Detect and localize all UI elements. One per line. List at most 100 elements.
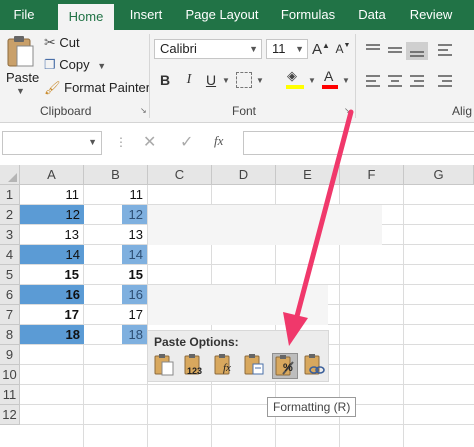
column-header-g[interactable]: G	[404, 165, 474, 185]
paste-formulas-button[interactable]: fx	[212, 353, 238, 379]
insert-function-button[interactable]: fx	[214, 133, 223, 149]
vertical-align-icons[interactable]	[364, 40, 474, 62]
paste-button[interactable]: Paste ▼	[2, 32, 40, 98]
row-header-12[interactable]: 12	[0, 405, 20, 425]
paintbrush-icon: 🖌	[44, 80, 61, 95]
chevron-down-icon[interactable]: ▼	[308, 76, 316, 85]
tab-page-layout[interactable]: Page Layout	[178, 0, 266, 30]
cell-a8[interactable]: 18	[20, 325, 84, 344]
cell-a2[interactable]: 12	[20, 205, 84, 224]
format-painter-button[interactable]: 🖌 Format Painter	[44, 80, 150, 96]
cell-a6[interactable]: 16	[20, 285, 84, 304]
fill-color-swatch	[286, 85, 304, 89]
row-header-3[interactable]: 3	[0, 225, 20, 245]
cell-b5[interactable]: 15	[84, 265, 147, 284]
row-header-6[interactable]: 6	[0, 285, 20, 305]
row-header-8[interactable]: 8	[0, 325, 20, 345]
font-family-select[interactable]: Calibri ▼	[154, 39, 262, 59]
row-header-11[interactable]: 11	[0, 385, 20, 405]
row-header-1[interactable]: 1	[0, 185, 20, 205]
worksheet-grid: A B C D E F G 1 2 3 4 5 6 7 8 9 10 11 12…	[0, 165, 474, 447]
paste-link-button[interactable]	[302, 353, 328, 379]
paste-formatting-button[interactable]: %	[272, 353, 298, 379]
cell-a4[interactable]: 14	[20, 245, 84, 264]
row-header-4[interactable]: 4	[0, 245, 20, 265]
paste-label: Paste	[6, 70, 40, 85]
font-color-button[interactable]: A	[320, 68, 340, 92]
column-header-d[interactable]: D	[212, 165, 276, 185]
paste-link-icon	[304, 354, 325, 375]
horizontal-align-icons[interactable]	[364, 72, 474, 94]
ribbon: Paste ▼ ✂ Cut ❐ Copy ▼ 🖌 Format Painter …	[0, 30, 474, 123]
cell-b3[interactable]: 13	[84, 225, 147, 244]
bold-button[interactable]: B	[156, 70, 174, 90]
font-color-icon: A	[324, 68, 334, 84]
paint-bucket-icon: ◈	[287, 68, 297, 83]
chevron-down-icon[interactable]: ▼	[342, 76, 350, 85]
column-header-b[interactable]: B	[84, 165, 148, 185]
dialog-launcher-icon[interactable]: ↘	[344, 106, 351, 115]
cell-a7[interactable]: 17	[20, 305, 83, 324]
font-group-label: Font	[232, 104, 257, 118]
tab-formulas[interactable]: Formulas	[272, 0, 344, 30]
font-color-swatch	[322, 85, 338, 89]
tab-file[interactable]: File	[0, 0, 48, 30]
cell-a3[interactable]: 13	[20, 225, 83, 244]
font-size-value: 11	[272, 41, 286, 56]
dialog-launcher-icon[interactable]: ↘	[140, 106, 147, 115]
paste-options-title: Paste Options:	[154, 335, 239, 349]
chevron-down-icon[interactable]: ▼	[256, 76, 264, 85]
column-header-f[interactable]: F	[340, 165, 404, 185]
row-header-9[interactable]: 9	[0, 345, 20, 365]
row-header-5[interactable]: 5	[0, 265, 20, 285]
cell-a5[interactable]: 15	[20, 265, 83, 284]
resize-dots-icon[interactable]: ⋮	[115, 135, 128, 149]
fill-color-button[interactable]: ◈	[284, 68, 306, 92]
column-header-a[interactable]: A	[20, 165, 84, 185]
select-all-icon	[8, 173, 17, 182]
cancel-icon[interactable]: ✕	[143, 132, 156, 152]
font-size-select[interactable]: 11 ▼	[266, 39, 308, 59]
underline-button[interactable]: U	[202, 70, 220, 90]
row-header-2[interactable]: 2	[0, 205, 20, 225]
paste-icon	[154, 354, 174, 376]
tab-review[interactable]: Review	[402, 0, 460, 30]
name-box[interactable]: ▼	[2, 131, 102, 155]
formula-input[interactable]	[243, 131, 474, 155]
tab-insert[interactable]: Insert	[120, 0, 172, 30]
cut-button[interactable]: ✂ Cut	[44, 34, 80, 51]
paste-values-button[interactable]: 123	[182, 353, 208, 379]
cell-b2[interactable]: 12	[84, 205, 147, 224]
gridline	[20, 424, 474, 425]
column-header-e[interactable]: E	[276, 165, 340, 185]
grow-font-button[interactable]: A ▲	[312, 39, 330, 59]
copy-icon: ❐	[44, 57, 56, 72]
cell-b6[interactable]: 16	[84, 285, 147, 304]
shrink-font-button[interactable]: A ▼	[334, 39, 352, 59]
row-header-7[interactable]: 7	[0, 305, 20, 325]
paste-button-default[interactable]	[152, 353, 178, 379]
row-header-10[interactable]: 10	[0, 365, 20, 385]
cell-b4[interactable]: 14	[84, 245, 147, 264]
cell-a1[interactable]: 11	[20, 185, 83, 204]
italic-button[interactable]: I	[180, 70, 198, 90]
grow-font-icon: A	[312, 40, 323, 58]
tooltip: Formatting (R)	[267, 397, 357, 417]
cell-b1[interactable]: 11	[84, 185, 147, 204]
paste-transpose-button[interactable]	[242, 353, 268, 379]
tab-data[interactable]: Data	[350, 0, 394, 30]
cell-b8[interactable]: 18	[84, 325, 147, 344]
caret-up-icon: ▲	[322, 40, 330, 50]
tab-home[interactable]: Home	[58, 4, 114, 30]
chevron-down-icon: ▼	[249, 44, 258, 54]
copy-button[interactable]: ❐ Copy ▼	[44, 57, 106, 73]
check-icon[interactable]: ✓	[180, 132, 193, 152]
cell-b7[interactable]: 17	[84, 305, 147, 324]
column-header-c[interactable]: C	[148, 165, 212, 185]
borders-button[interactable]	[236, 72, 252, 88]
gridline	[20, 384, 474, 385]
select-all-corner[interactable]	[0, 165, 20, 185]
paste-preview-ghost	[148, 285, 328, 325]
paste-preview-ghost	[148, 205, 382, 245]
chevron-down-icon[interactable]: ▼	[222, 76, 230, 85]
